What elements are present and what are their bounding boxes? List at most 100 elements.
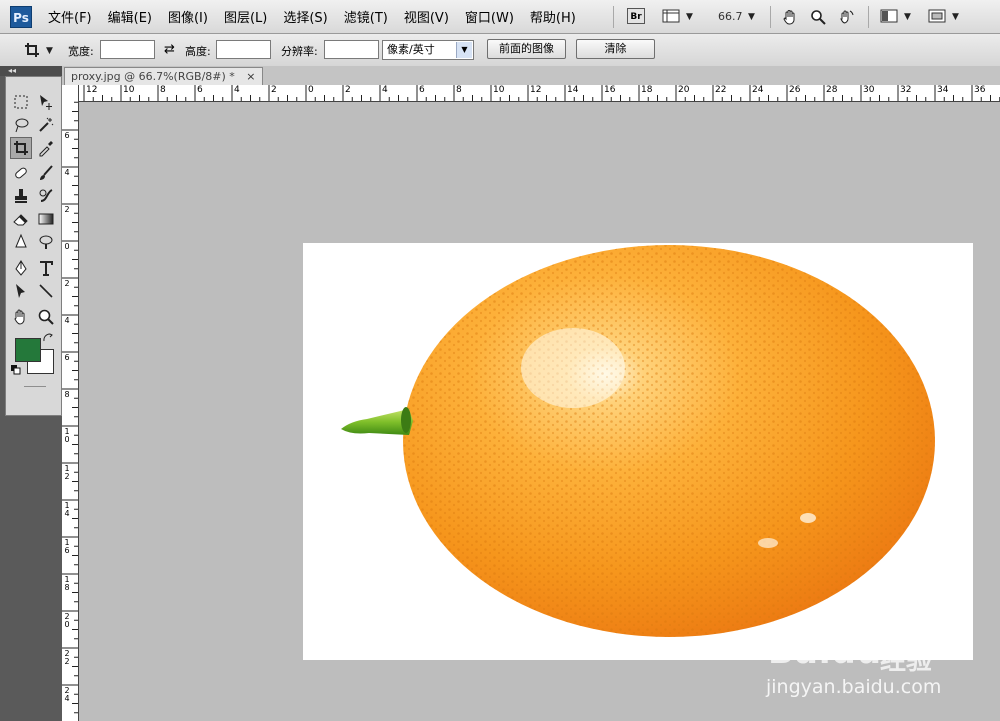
width-input[interactable] bbox=[100, 40, 155, 59]
menu-view[interactable]: 视图(V) bbox=[404, 7, 449, 26]
front-image-button[interactable]: 前面的图像 bbox=[487, 39, 566, 59]
line-tool-icon[interactable] bbox=[35, 280, 57, 302]
foreground-color-swatch[interactable] bbox=[15, 338, 41, 362]
ruler-label: 2 bbox=[271, 85, 277, 95]
ruler-label: 14 bbox=[567, 85, 579, 95]
height-input[interactable] bbox=[216, 40, 271, 59]
menu-window[interactable]: 窗口(W) bbox=[465, 7, 514, 26]
ruler-label: 26 bbox=[789, 85, 801, 95]
marquee-tool-icon[interactable] bbox=[10, 91, 32, 113]
baidu-watermark: Baidu 经验 jingyan.baidu.com bbox=[762, 612, 992, 712]
ruler-label: 12 bbox=[64, 464, 70, 481]
ruler-label: 2 bbox=[64, 205, 70, 214]
ruler-label: 18 bbox=[641, 85, 653, 95]
horizontal-ruler[interactable]: 12 10 8 6 4 2 0 2 4 6 8 10 12 14 16 18 20 22 24 26 28 30 32 34 3… bbox=[78, 85, 1000, 102]
arrange-documents-icon[interactable] bbox=[878, 8, 900, 24]
clone-stamp-tool-icon[interactable] bbox=[10, 185, 32, 207]
width-label: 宽度: bbox=[68, 45, 94, 58]
menu-help[interactable]: 帮助(H) bbox=[530, 7, 576, 26]
menu-layer[interactable]: 图层(L) bbox=[224, 7, 267, 26]
close-icon[interactable]: × bbox=[246, 70, 255, 83]
resolution-label: 分辨率: bbox=[281, 45, 318, 58]
ruler-label: 24 bbox=[64, 686, 70, 703]
document-image[interactable] bbox=[303, 243, 973, 660]
height-label: 高度: bbox=[185, 45, 211, 58]
ruler-label: 6 bbox=[419, 85, 425, 95]
type-tool-icon[interactable] bbox=[35, 257, 57, 279]
view-extras-icon[interactable] bbox=[660, 8, 682, 24]
path-selection-tool-icon[interactable] bbox=[10, 280, 32, 302]
default-colors-icon[interactable] bbox=[10, 364, 22, 376]
ruler-label: 2 bbox=[345, 85, 351, 95]
document-tab[interactable]: proxy.jpg @ 66.7%(RGB/8#) * × bbox=[64, 67, 263, 86]
ruler-label: 32 bbox=[900, 85, 912, 95]
menu-select[interactable]: 选择(S) bbox=[283, 7, 327, 26]
crop-tool-icon[interactable] bbox=[10, 137, 32, 159]
ruler-label: 36 bbox=[974, 85, 986, 95]
zoom-level[interactable]: 66.7 bbox=[718, 10, 743, 23]
ruler-label: 16 bbox=[604, 85, 616, 95]
blur-tool-icon[interactable] bbox=[10, 231, 32, 253]
tool-preset-dropdown-icon[interactable]: ▼ bbox=[46, 46, 53, 56]
ruler-label: 34 bbox=[937, 85, 949, 95]
watermark-chinese: 经验 bbox=[880, 646, 933, 676]
menu-filter[interactable]: 滤镜(T) bbox=[344, 7, 388, 26]
pen-tool-icon[interactable] bbox=[10, 257, 32, 279]
panel-collapse-button[interactable]: ◂◂ bbox=[0, 66, 64, 76]
ruler-label: 22 bbox=[64, 649, 70, 666]
move-tool-icon[interactable] bbox=[35, 91, 57, 113]
ruler-label: 14 bbox=[64, 501, 70, 518]
magic-wand-tool-icon[interactable] bbox=[35, 114, 57, 136]
menu-items: 文件(F) 编辑(E) 图像(I) 图层(L) 选择(S) 滤镜(T) 视图(V… bbox=[48, 0, 592, 33]
ruler-label: 8 bbox=[64, 390, 70, 399]
ruler-label: 10 bbox=[123, 85, 135, 95]
tools-divider bbox=[24, 386, 46, 387]
swap-colors-icon[interactable] bbox=[42, 332, 54, 344]
gradient-tool-icon[interactable] bbox=[35, 208, 57, 230]
dodge-tool-icon[interactable] bbox=[35, 231, 57, 253]
ruler-label: 12 bbox=[530, 85, 542, 95]
rotate-view-icon[interactable] bbox=[836, 7, 856, 27]
hand-tool-icon[interactable] bbox=[780, 7, 800, 27]
swap-dimensions-icon[interactable]: ⇄ bbox=[164, 42, 175, 57]
document-tab-title: proxy.jpg @ 66.7%(RGB/8#) * bbox=[71, 70, 235, 83]
menu-edit[interactable]: 编辑(E) bbox=[108, 7, 152, 26]
ruler-label: 22 bbox=[715, 85, 727, 95]
bridge-button[interactable]: Br bbox=[627, 8, 645, 24]
chevron-down-icon: ▼ bbox=[456, 42, 472, 58]
screen-mode-dropdown-icon[interactable]: ▼ bbox=[952, 12, 959, 22]
screen-mode-icon[interactable] bbox=[926, 8, 948, 24]
menu-file[interactable]: 文件(F) bbox=[48, 7, 92, 26]
hand-tool-icon[interactable] bbox=[10, 306, 32, 328]
ruler-label: 8 bbox=[456, 85, 462, 95]
zoom-tool-icon[interactable] bbox=[35, 306, 57, 328]
ruler-label: 20 bbox=[64, 612, 70, 629]
menu-separator bbox=[770, 6, 771, 28]
crop-tool-preset-icon[interactable] bbox=[22, 41, 42, 59]
arrange-documents-dropdown-icon[interactable]: ▼ bbox=[904, 12, 911, 22]
resolution-input[interactable] bbox=[324, 40, 379, 59]
eraser-tool-icon[interactable] bbox=[10, 208, 32, 230]
vertical-ruler[interactable]: 6 4 2 0 2 4 6 8 10 12 14 16 18 20 22 24 bbox=[62, 85, 79, 721]
eyedropper-tool-icon[interactable] bbox=[35, 137, 57, 159]
zoom-dropdown-icon[interactable]: ▼ bbox=[748, 12, 755, 22]
ruler-label: 0 bbox=[308, 85, 314, 95]
tools-panel bbox=[5, 76, 62, 416]
menu-image[interactable]: 图像(I) bbox=[168, 7, 208, 26]
resolution-unit-select[interactable]: 像素/英寸 ▼ bbox=[382, 40, 474, 60]
photoshop-logo-icon[interactable]: Ps bbox=[10, 6, 32, 28]
clear-button[interactable]: 清除 bbox=[576, 39, 655, 59]
view-extras-dropdown-icon[interactable]: ▼ bbox=[686, 12, 693, 22]
brush-tool-icon[interactable] bbox=[35, 162, 57, 184]
lasso-tool-icon[interactable] bbox=[10, 114, 32, 136]
healing-brush-tool-icon[interactable] bbox=[10, 162, 32, 184]
options-bar: ▼ 宽度: ⇄ 高度: 分辨率: 像素/英寸 ▼ 前面的图像 清除 bbox=[0, 34, 1000, 67]
history-brush-tool-icon[interactable] bbox=[35, 185, 57, 207]
menu-separator bbox=[613, 6, 614, 28]
zoom-tool-icon[interactable] bbox=[808, 7, 828, 27]
ruler-label: 24 bbox=[752, 85, 764, 95]
ruler-label: 28 bbox=[826, 85, 838, 95]
menu-separator bbox=[868, 6, 869, 28]
ruler-label: 10 bbox=[64, 427, 70, 444]
ruler-label: 6 bbox=[64, 353, 70, 362]
